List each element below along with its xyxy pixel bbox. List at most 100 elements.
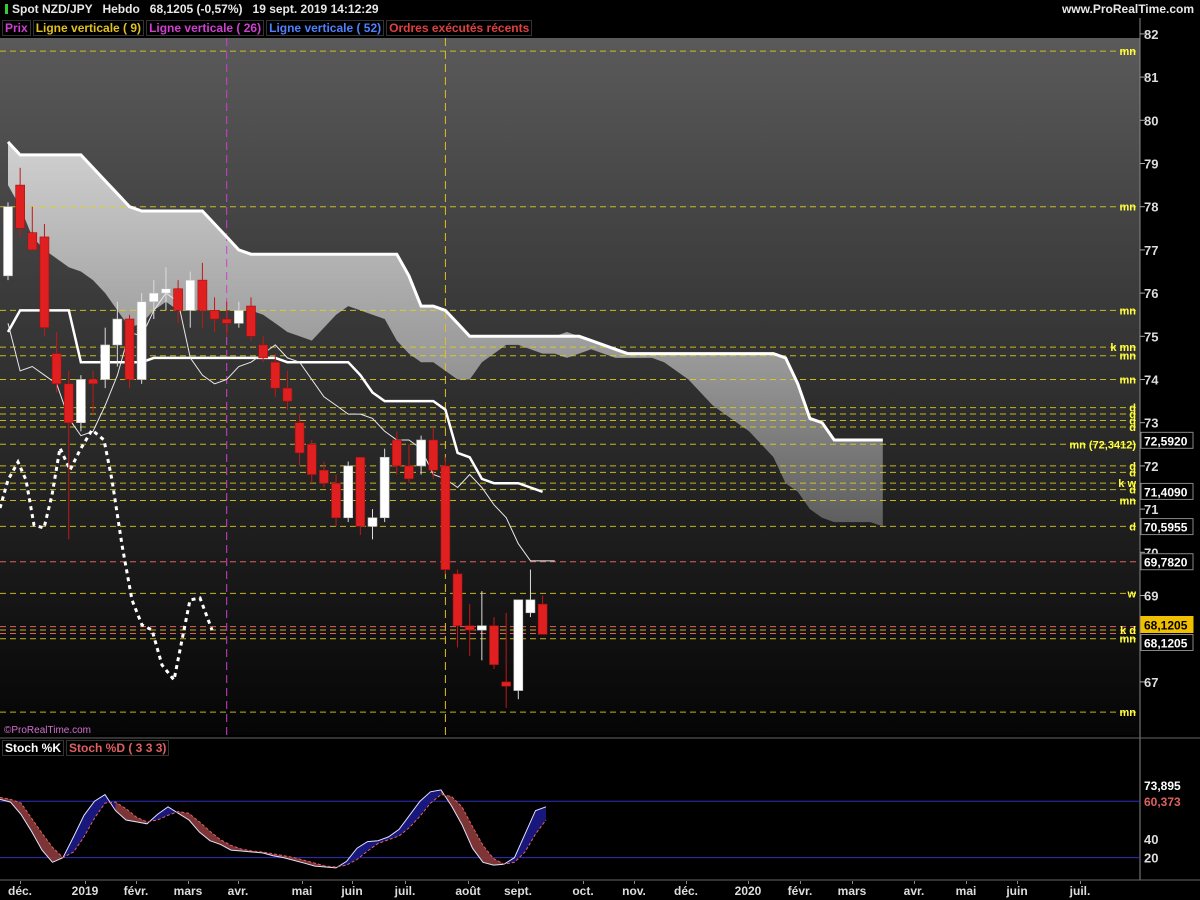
candle-body[interactable]	[270, 361, 281, 389]
price-chart[interactable]: 828180797877767574737271706967 mnmnmnk m…	[0, 0, 1200, 900]
candle-body[interactable]	[197, 279, 208, 311]
time-axis-tick	[800, 881, 801, 884]
time-axis-label: mars	[173, 884, 203, 898]
candle-body[interactable]	[477, 625, 487, 631]
time-axis-tick	[1080, 881, 1081, 884]
candle-body[interactable]	[428, 439, 439, 471]
candle-body[interactable]	[282, 387, 293, 402]
time-axis-label: déc.	[673, 884, 699, 898]
candle-body[interactable]	[501, 681, 511, 687]
time-axis-tick	[748, 881, 749, 884]
stoch-tick-label: 20	[1144, 851, 1158, 866]
candle-body[interactable]	[161, 288, 171, 294]
candle-body[interactable]	[39, 236, 50, 328]
candle-body[interactable]	[173, 288, 183, 311]
candle-body[interactable]	[88, 379, 98, 385]
candle-body[interactable]	[537, 603, 548, 635]
stoch-d-value: 60,373	[1144, 795, 1181, 809]
time-axis-tick	[852, 881, 853, 884]
time-axis-label: févr.	[787, 884, 813, 898]
candle-body[interactable]	[452, 573, 463, 627]
legend-item-vline-26[interactable]: Ligne verticale ( 26)	[146, 20, 265, 36]
candle-body[interactable]	[525, 599, 536, 614]
candle-body[interactable]	[319, 469, 329, 484]
legend-stoch-k[interactable]: Stoch %K	[2, 740, 65, 756]
price-label: 69,7820	[1144, 556, 1188, 570]
candle-body[interactable]	[100, 344, 110, 380]
legend-stoch-d[interactable]: Stoch %D ( 3 3 3)	[66, 740, 170, 756]
candle-body[interactable]	[124, 318, 135, 380]
price-tick-label: 81	[1144, 70, 1158, 85]
candle-body[interactable]	[416, 439, 426, 467]
level-tag: mn	[1120, 634, 1137, 646]
price-axis: 828180797877767574737271706967	[1140, 27, 1159, 690]
candle-body[interactable]	[76, 379, 86, 424]
candle-body[interactable]	[379, 456, 390, 519]
candle-body[interactable]	[391, 439, 402, 467]
time-axis-label: mai	[955, 884, 977, 898]
level-tag: mn	[1120, 202, 1137, 214]
price-label: 70,5955	[1144, 521, 1188, 535]
time-axis-tick	[914, 881, 915, 884]
candle-body[interactable]	[489, 625, 499, 665]
price-tick-label: 69	[1144, 589, 1158, 604]
candle-body[interactable]	[306, 443, 317, 475]
time-axis-label: oct.	[572, 884, 594, 898]
candle-body[interactable]	[3, 206, 13, 277]
time-axis-tick	[518, 881, 519, 884]
candle-body[interactable]	[185, 279, 196, 311]
stoch-tick-label: 40	[1144, 832, 1158, 847]
time-axis-label: juin	[1006, 884, 1028, 898]
time-axis-tick	[468, 881, 469, 884]
level-tag: mn (72,3412)	[1069, 439, 1136, 451]
stoch-k-value: 73,895	[1144, 779, 1181, 793]
time-axis-tick	[1017, 881, 1018, 884]
time-axis-tick	[238, 881, 239, 884]
price-tick-label: 77	[1144, 243, 1158, 258]
time-axis-tick	[966, 881, 967, 884]
candle-body[interactable]	[440, 465, 451, 570]
candle-body[interactable]	[63, 383, 74, 424]
time-axis-tick	[583, 881, 584, 884]
level-tag: mn	[1120, 351, 1137, 363]
candle-body[interactable]	[209, 310, 220, 320]
time-axis-label: avr.	[227, 884, 249, 898]
level-tag: d	[1129, 422, 1136, 434]
legend-item-prix[interactable]: Prix	[2, 20, 31, 36]
legend-item-orders[interactable]: Ordres exécutés récents	[386, 20, 533, 36]
time-axis-label: juil.	[1069, 884, 1091, 898]
candle-body[interactable]	[234, 310, 244, 324]
candle-body[interactable]	[258, 344, 268, 359]
price-tick-label: 71	[1144, 502, 1158, 517]
time-axis-tick	[302, 881, 303, 884]
candle-body[interactable]	[112, 318, 123, 346]
candle-body[interactable]	[51, 353, 62, 385]
time-axis-tick	[634, 881, 635, 884]
candle-body[interactable]	[331, 482, 341, 519]
level-tag: mn	[1120, 707, 1137, 719]
candle-body[interactable]	[221, 318, 232, 324]
candle-body[interactable]	[136, 301, 147, 380]
time-axis-tick	[136, 881, 137, 884]
level-tag: w	[1126, 588, 1136, 600]
candle-body[interactable]	[513, 599, 524, 691]
price-label: 71,4090	[1144, 485, 1188, 499]
candle-body[interactable]	[343, 465, 354, 519]
candle-body[interactable]	[294, 422, 305, 454]
legend-item-vline-52[interactable]: Ligne verticale ( 52)	[266, 20, 385, 36]
price-tick-label: 74	[1144, 373, 1159, 388]
time-axis-label: 2019	[71, 884, 99, 898]
candle-body[interactable]	[404, 465, 414, 480]
candle-body[interactable]	[355, 456, 366, 527]
candle-body[interactable]	[149, 292, 159, 303]
time-axis-label: mars	[837, 884, 867, 898]
time-axis-label: avr.	[903, 884, 925, 898]
candle-body[interactable]	[464, 625, 475, 631]
legend-item-vline-9[interactable]: Ligne verticale ( 9)	[32, 20, 145, 36]
candle-body[interactable]	[246, 305, 256, 337]
candle-body[interactable]	[27, 232, 38, 251]
candle-body[interactable]	[15, 184, 25, 229]
level-tag: mn	[1120, 305, 1137, 317]
candle-body[interactable]	[367, 517, 378, 527]
price-tick-label: 76	[1144, 286, 1158, 301]
